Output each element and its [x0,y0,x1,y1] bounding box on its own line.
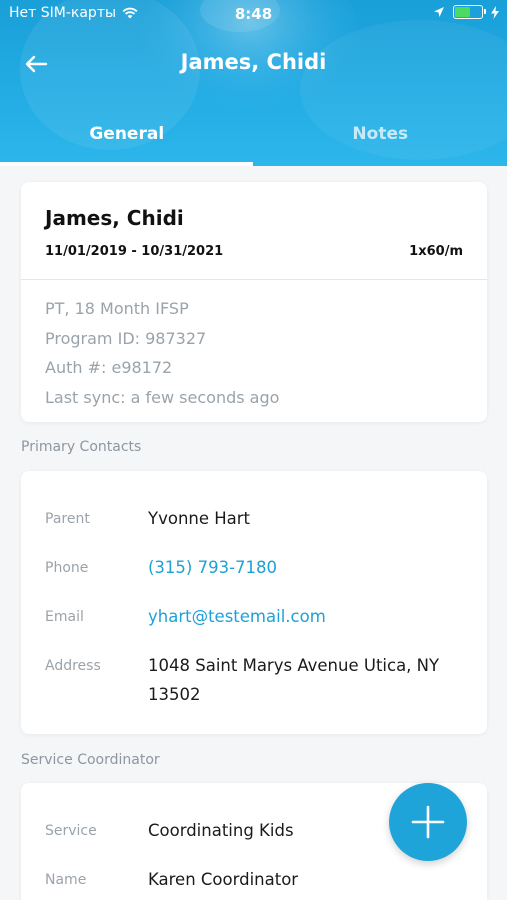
location-arrow-icon [434,7,444,17]
coordinator-name-row: Name Karen Coordinator [45,869,467,894]
active-tab-indicator [0,162,253,166]
email-row: Email yhart@testemail.com [45,606,467,631]
parent-value: Yvonne Hart [148,509,251,528]
auth-number: Auth #: e98172 [45,358,173,377]
phone-label: Phone [45,560,89,576]
primary-contacts-card: Parent Yvonne Hart Phone (315) 793-7180 … [21,471,487,734]
coordinator-name-value: Karen Coordinator [148,870,299,889]
client-name: James, Chidi [45,206,184,230]
address-line-1: 1048 Saint Marys Avenue Utica, NY [148,656,440,675]
client-summary-card: James, Chidi 11/01/2019 - 10/31/2021 1x6… [21,182,487,422]
email-link[interactable]: yhart@testemail.com [148,602,467,631]
primary-contacts-heading: Primary Contacts [21,439,142,455]
status-time: 8:48 [234,5,273,23]
address-line-2: 13502 [148,685,201,704]
header: Нет SIM-карты 8:48 James, Chidi General … [0,0,507,166]
email-label: Email [45,609,84,625]
phone-link[interactable]: (315) 793-7180 [148,553,467,582]
service-coordinator-heading: Service Coordinator [21,752,160,768]
tab-bar: General Notes [0,112,507,166]
address-value: 1048 Saint Marys Avenue Utica, NY 13502 [148,651,467,709]
coordinator-name-label: Name [45,872,87,888]
last-sync: Last sync: a few seconds ago [45,387,280,407]
program-id: Program ID: 987327 [45,328,207,348]
parent-label: Parent [45,511,90,527]
status-right [433,5,499,19]
add-button[interactable] [389,783,467,861]
address-row: Address 1048 Saint Marys Avenue Utica, N… [45,655,467,709]
service-type: PT, 18 Month IFSP [45,299,189,318]
bolt-icon [491,5,499,19]
service-frequency: 1x60/m [409,244,463,259]
plus-icon [411,805,445,839]
tab-general[interactable]: General [0,112,254,166]
authorization-dates: 11/01/2019 - 10/31/2021 [45,244,224,259]
status-bar: Нет SIM-карты 8:48 [0,0,507,28]
parent-row: Parent Yvonne Hart [45,508,467,533]
battery-icon [453,5,486,19]
address-label: Address [45,658,101,674]
page-title: James, Chidi [180,50,327,74]
service-label: Service [45,823,97,839]
tab-notes[interactable]: Notes [254,112,507,166]
phone-row: Phone (315) 793-7180 [45,557,467,582]
